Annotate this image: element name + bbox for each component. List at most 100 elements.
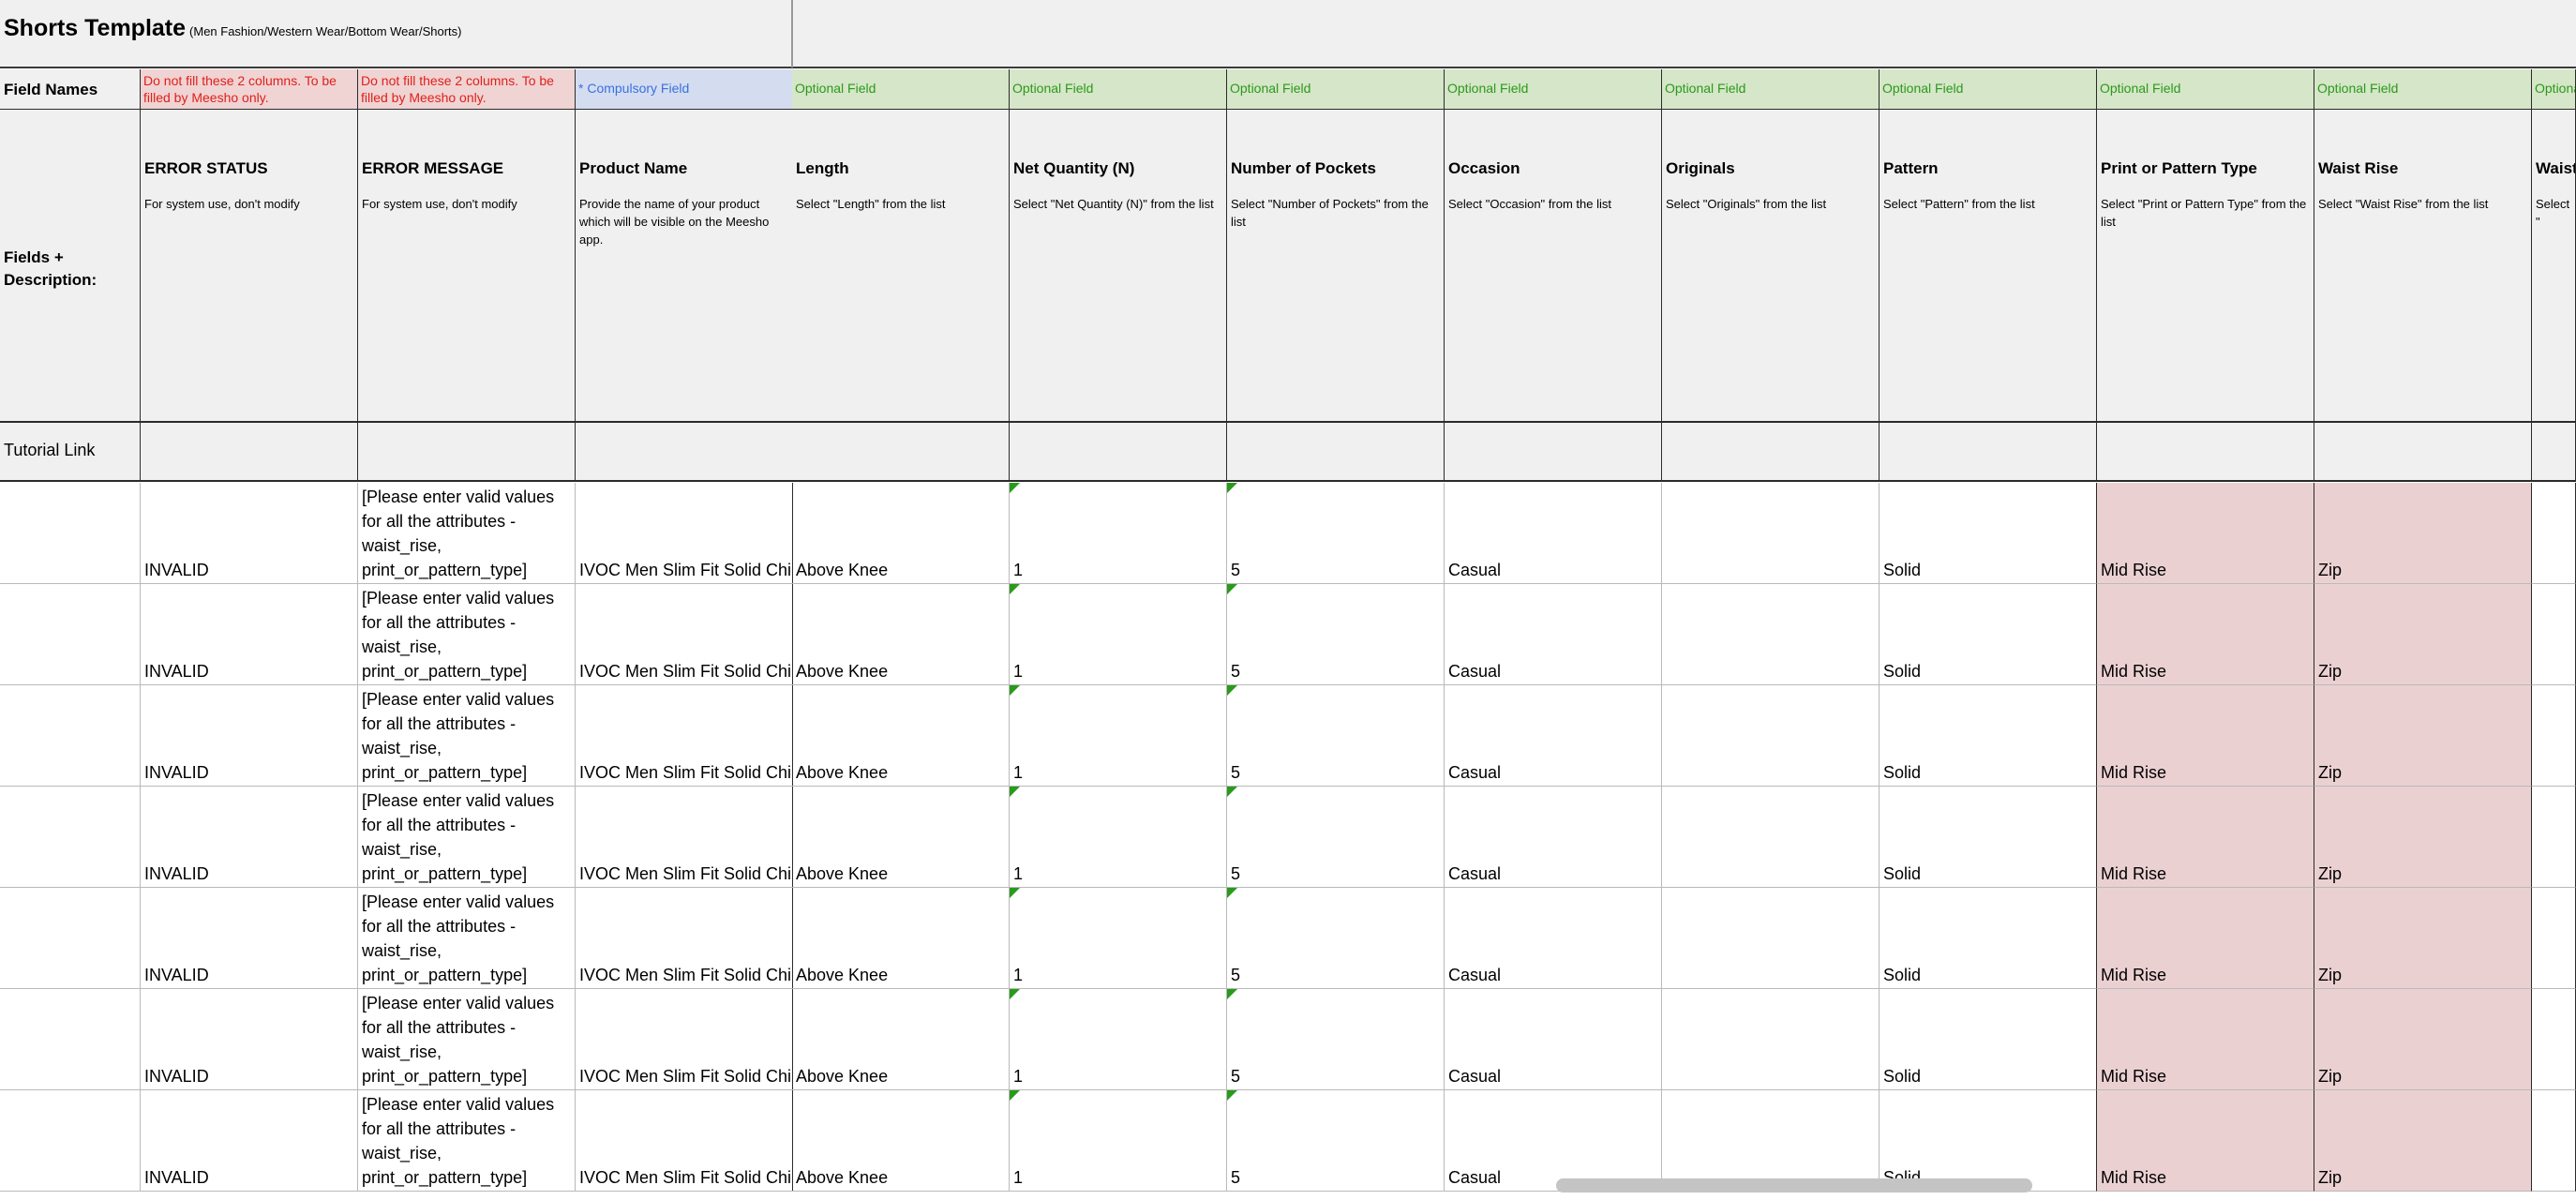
field-status-cell[interactable]: Optional Field: [1010, 69, 1227, 110]
row-header-cell[interactable]: [0, 888, 141, 989]
table-cell[interactable]: [Please enter valid values for all the a…: [358, 989, 576, 1090]
table-cell[interactable]: IVOC Men Slim Fit Solid Chin: [576, 685, 793, 787]
table-cell[interactable]: 1: [1010, 787, 1227, 888]
table-cell[interactable]: Solid: [1880, 483, 2097, 584]
field-names-label[interactable]: Field Names: [0, 69, 141, 110]
table-cell[interactable]: [Please enter valid values for all the a…: [358, 787, 576, 888]
table-cell[interactable]: Zip: [2314, 1090, 2532, 1192]
table-cell[interactable]: 1: [1010, 989, 1227, 1090]
table-cell[interactable]: Solid: [1880, 787, 2097, 888]
table-cell[interactable]: [2532, 1090, 2576, 1192]
table-cell[interactable]: 5: [1227, 584, 1445, 685]
table-cell[interactable]: 1: [1010, 483, 1227, 584]
table-cell[interactable]: Casual: [1445, 989, 1662, 1090]
tutorial-link-cell[interactable]: [792, 423, 1010, 482]
table-cell[interactable]: [1662, 888, 1880, 989]
table-cell[interactable]: [Please enter valid values for all the a…: [358, 584, 576, 685]
row-header-cell[interactable]: [0, 787, 141, 888]
table-cell[interactable]: Above Knee: [792, 989, 1010, 1090]
row-header-cell[interactable]: [0, 685, 141, 787]
table-cell[interactable]: Solid: [1880, 989, 2097, 1090]
table-cell[interactable]: INVALID: [141, 483, 358, 584]
table-cell[interactable]: INVALID: [141, 989, 358, 1090]
table-cell[interactable]: Above Knee: [792, 584, 1010, 685]
field-status-cell[interactable]: Optional Field: [2314, 69, 2532, 110]
field-description-cell[interactable]: Net Quantity (N) Select "Net Quantity (N)…: [1010, 110, 1227, 423]
field-description-cell[interactable]: Occasion Select "Occasion" from the list: [1445, 110, 1662, 423]
table-cell[interactable]: Mid Rise: [2097, 584, 2314, 685]
table-cell[interactable]: Zip: [2314, 888, 2532, 989]
field-description-cell[interactable]: ERROR MESSAGE For system use, don't modif…: [358, 110, 576, 423]
table-cell[interactable]: Casual: [1445, 1090, 1662, 1192]
table-cell[interactable]: [2532, 989, 2576, 1090]
table-cell[interactable]: IVOC Men Slim Fit Solid Chin: [576, 888, 793, 989]
table-cell[interactable]: Mid Rise: [2097, 483, 2314, 584]
table-cell[interactable]: INVALID: [141, 888, 358, 989]
table-cell[interactable]: Mid Rise: [2097, 685, 2314, 787]
table-cell[interactable]: [1662, 483, 1880, 584]
table-cell[interactable]: [Please enter valid values for all the a…: [358, 685, 576, 787]
table-cell[interactable]: Casual: [1445, 787, 1662, 888]
field-status-cell[interactable]: * Compulsory Field: [576, 69, 793, 110]
field-status-cell[interactable]: Optiona: [2532, 69, 2576, 110]
table-cell[interactable]: 5: [1227, 787, 1445, 888]
table-cell[interactable]: Zip: [2314, 685, 2532, 787]
field-description-cell[interactable]: ERROR STATUS For system use, don't modify: [141, 110, 358, 423]
table-cell[interactable]: Zip: [2314, 483, 2532, 584]
table-cell[interactable]: Above Knee: [792, 888, 1010, 989]
row-header-cell[interactable]: [0, 989, 141, 1090]
field-description-cell[interactable]: Length Select "Length" from the list: [792, 110, 1010, 423]
table-cell[interactable]: 1: [1010, 888, 1227, 989]
field-status-cell[interactable]: Optional Field: [2097, 69, 2314, 110]
table-cell[interactable]: Casual: [1445, 685, 1662, 787]
table-cell[interactable]: [2532, 584, 2576, 685]
tutorial-link-cell[interactable]: [358, 423, 576, 482]
tutorial-link-cell[interactable]: [576, 423, 793, 482]
field-description-cell[interactable]: Print or Pattern Type Select "Print or Pa…: [2097, 110, 2314, 423]
table-cell[interactable]: [1662, 685, 1880, 787]
table-cell[interactable]: [Please enter valid values for all the a…: [358, 483, 576, 584]
table-cell[interactable]: INVALID: [141, 584, 358, 685]
row-header-cell[interactable]: [0, 584, 141, 685]
field-status-cell[interactable]: Optional Field: [1445, 69, 1662, 110]
table-cell[interactable]: Above Knee: [792, 1090, 1010, 1192]
table-cell[interactable]: Above Knee: [792, 787, 1010, 888]
table-cell[interactable]: IVOC Men Slim Fit Solid Chin: [576, 483, 793, 584]
table-cell[interactable]: 1: [1010, 584, 1227, 685]
tutorial-link-cell[interactable]: [2314, 423, 2532, 482]
table-cell[interactable]: [1662, 584, 1880, 685]
sheet-title[interactable]: Shorts Template (Men Fashion/Western Wear…: [4, 15, 461, 42]
tutorial-link-cell[interactable]: [2532, 423, 2576, 482]
field-description-cell[interactable]: Product Name Provide the name of your pro…: [576, 110, 793, 423]
table-cell[interactable]: [Please enter valid values for all the a…: [358, 888, 576, 989]
field-description-cell[interactable]: Waist Rise Select "Waist Rise" from the l…: [2314, 110, 2532, 423]
table-cell[interactable]: 1: [1010, 685, 1227, 787]
table-cell[interactable]: INVALID: [141, 787, 358, 888]
table-cell[interactable]: [2532, 787, 2576, 888]
table-cell[interactable]: Mid Rise: [2097, 989, 2314, 1090]
table-cell[interactable]: [2532, 483, 2576, 584]
row-header-cell[interactable]: [0, 1090, 141, 1192]
fields-description-label[interactable]: Fields + Description:: [0, 110, 141, 423]
table-cell[interactable]: [1662, 787, 1880, 888]
table-cell[interactable]: [1662, 1090, 1880, 1192]
table-cell[interactable]: INVALID: [141, 1090, 358, 1192]
table-cell[interactable]: Solid: [1880, 888, 2097, 989]
field-status-cell[interactable]: Optional Field: [1227, 69, 1445, 110]
field-description-cell[interactable]: Originals Select "Originals" from the lis…: [1662, 110, 1880, 423]
table-cell[interactable]: Zip: [2314, 584, 2532, 685]
table-cell[interactable]: Mid Rise: [2097, 888, 2314, 989]
table-cell[interactable]: [Please enter valid values for all the a…: [358, 1090, 576, 1192]
table-cell[interactable]: INVALID: [141, 685, 358, 787]
field-description-cell[interactable]: Pattern Select "Pattern" from the list: [1880, 110, 2097, 423]
table-cell[interactable]: Zip: [2314, 989, 2532, 1090]
field-description-cell[interactable]: Waist Select ": [2532, 110, 2576, 423]
table-cell[interactable]: IVOC Men Slim Fit Solid Chin: [576, 787, 793, 888]
table-cell[interactable]: IVOC Men Slim Fit Solid Chin: [576, 584, 793, 685]
tutorial-link-cell[interactable]: [1662, 423, 1880, 482]
table-cell[interactable]: Casual: [1445, 584, 1662, 685]
row-header-cell[interactable]: [0, 483, 141, 584]
table-cell[interactable]: [1662, 989, 1880, 1090]
table-cell[interactable]: Solid: [1880, 685, 2097, 787]
table-cell[interactable]: Zip: [2314, 787, 2532, 888]
